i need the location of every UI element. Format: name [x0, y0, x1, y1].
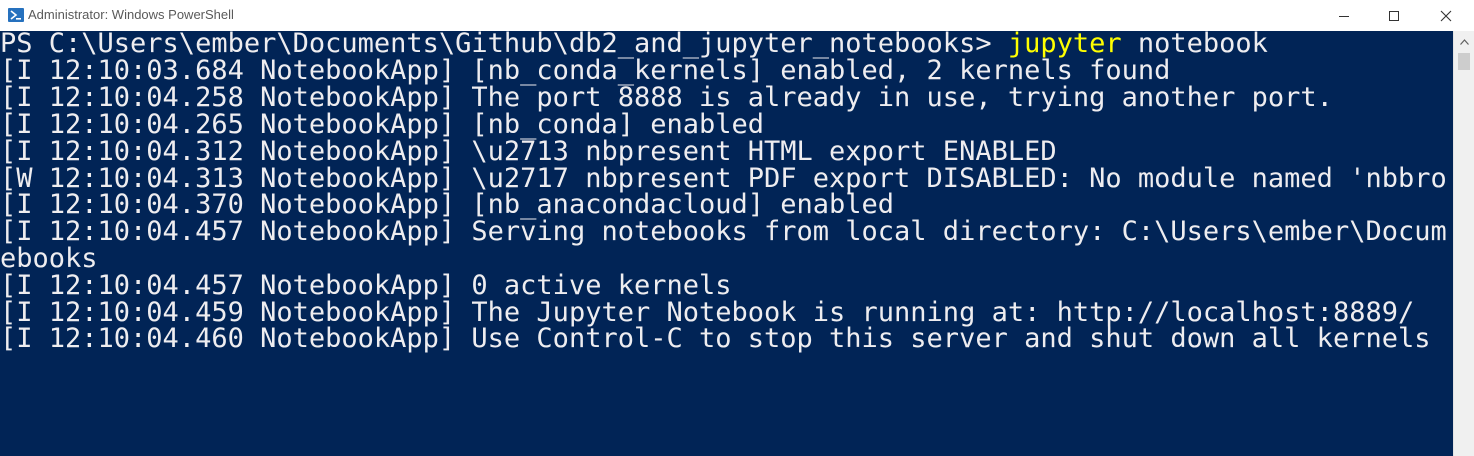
- log-line: [I 12:10:04.258 NotebookApp] The port 88…: [0, 82, 1333, 113]
- close-button[interactable]: [1421, 0, 1471, 31]
- scroll-up-button[interactable]: [1454, 31, 1474, 51]
- log-line: [I 12:10:04.312 NotebookApp] \u2713 nbpr…: [0, 136, 1057, 167]
- log-line: ebooks: [0, 243, 98, 274]
- minimize-icon: [1338, 10, 1350, 22]
- console-output[interactable]: PS C:\Users\ember\Documents\Github\db2_a…: [0, 31, 1453, 456]
- log-line: [I 12:10:04.457 NotebookApp] 0 active ke…: [0, 270, 732, 301]
- chevron-up-icon: [1460, 32, 1469, 50]
- log-line: [I 12:10:04.459 NotebookApp] The Jupyter…: [0, 297, 1415, 328]
- log-line: [I 12:10:04.265 NotebookApp] [nb_conda] …: [0, 109, 765, 140]
- scrollbar-thumb[interactable]: [1458, 53, 1470, 70]
- log-line: [I 12:10:03.684 NotebookApp] [nb_conda_k…: [0, 55, 1171, 86]
- log-line: [W 12:10:04.313 NotebookApp] \u2717 nbpr…: [0, 163, 1447, 194]
- maximize-button[interactable]: [1369, 0, 1419, 31]
- window-title: Administrator: Windows PowerShell: [28, 7, 234, 22]
- log-line: [I 12:10:04.457 NotebookApp] Serving not…: [0, 216, 1447, 247]
- vertical-scrollbar[interactable]: [1453, 31, 1474, 456]
- powershell-icon: [8, 7, 24, 23]
- log-line: [I 12:10:04.370 NotebookApp] [nb_anacond…: [0, 189, 895, 220]
- log-line: [I 12:10:04.460 NotebookApp] Use Control…: [0, 323, 1431, 354]
- title-bar[interactable]: Administrator: Windows PowerShell: [0, 0, 1474, 32]
- prompt-line: PS C:\Users\ember\Documents\Github\db2_a…: [0, 31, 1268, 57]
- maximize-icon: [1388, 10, 1400, 22]
- minimize-button[interactable]: [1319, 0, 1369, 31]
- close-icon: [1440, 10, 1452, 22]
